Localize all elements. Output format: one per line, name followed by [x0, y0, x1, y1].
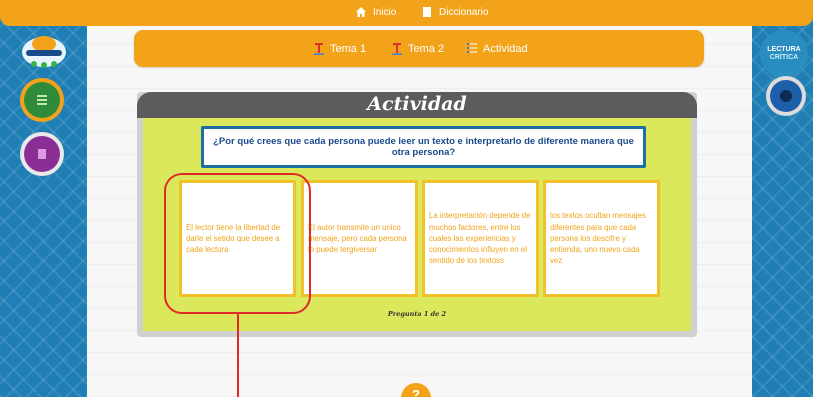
home-icon [356, 7, 366, 17]
question-box: ¿Por qué crees que cada persona puede le… [201, 126, 646, 168]
answer-option-2-text: El autor transmite un unico mensaje, per… [308, 222, 407, 255]
tab-tema-1[interactable]: Tema 1 [314, 42, 366, 55]
top-bar: Inicio Diccionario [0, 0, 813, 26]
badge-line-2: CRÍTICA [769, 54, 799, 61]
lectura-critica-badge[interactable]: LECTURA CRÍTICA [760, 30, 808, 78]
activity-title: Actividad [367, 93, 467, 115]
menu-green-button[interactable] [20, 78, 64, 122]
dictionary-label: Diccionario [439, 6, 489, 18]
answer-option-4-text: los textos ocultan mensajes diferentes p… [550, 211, 646, 266]
target-icon [770, 80, 802, 112]
list-icon [24, 82, 60, 118]
question-text: ¿Por qué crees que cada persona puede le… [213, 136, 634, 158]
menu-purple-button[interactable] [20, 132, 64, 176]
highlight-pointer-line [237, 314, 239, 397]
answer-option-2[interactable]: El autor transmite un unico mensaje, per… [301, 180, 418, 297]
answer-option-3-text: La interpretación depende de muchos fact… [429, 211, 531, 266]
text-icon [314, 43, 324, 55]
target-button[interactable] [766, 76, 806, 116]
tab-tema-2-label: Tema 2 [408, 42, 445, 55]
tab-tema-1-label: Tema 1 [330, 42, 367, 55]
answer-option-3[interactable]: La interpretación depende de muchos fact… [422, 180, 539, 297]
reader-logo-icon [22, 36, 66, 68]
badge-line-1: LECTURA [767, 46, 801, 54]
tab-tema-2[interactable]: Tema 2 [392, 42, 444, 55]
tab-bar: Tema 1 Tema 2 Actividad [134, 30, 704, 67]
home-label: Inicio [373, 6, 397, 18]
answer-option-4[interactable]: los textos ocultan mensajes diferentes p… [543, 180, 660, 297]
dictionary-link[interactable]: Diccionario [421, 6, 488, 18]
book-icon [24, 136, 60, 172]
tab-actividad[interactable]: Actividad [467, 42, 528, 55]
highlight-annotation [164, 173, 311, 314]
list-icon [467, 43, 477, 53]
text-icon [392, 43, 402, 55]
home-link[interactable]: Inicio [355, 6, 396, 18]
book-icon [423, 7, 431, 17]
tab-actividad-label: Actividad [483, 42, 528, 55]
